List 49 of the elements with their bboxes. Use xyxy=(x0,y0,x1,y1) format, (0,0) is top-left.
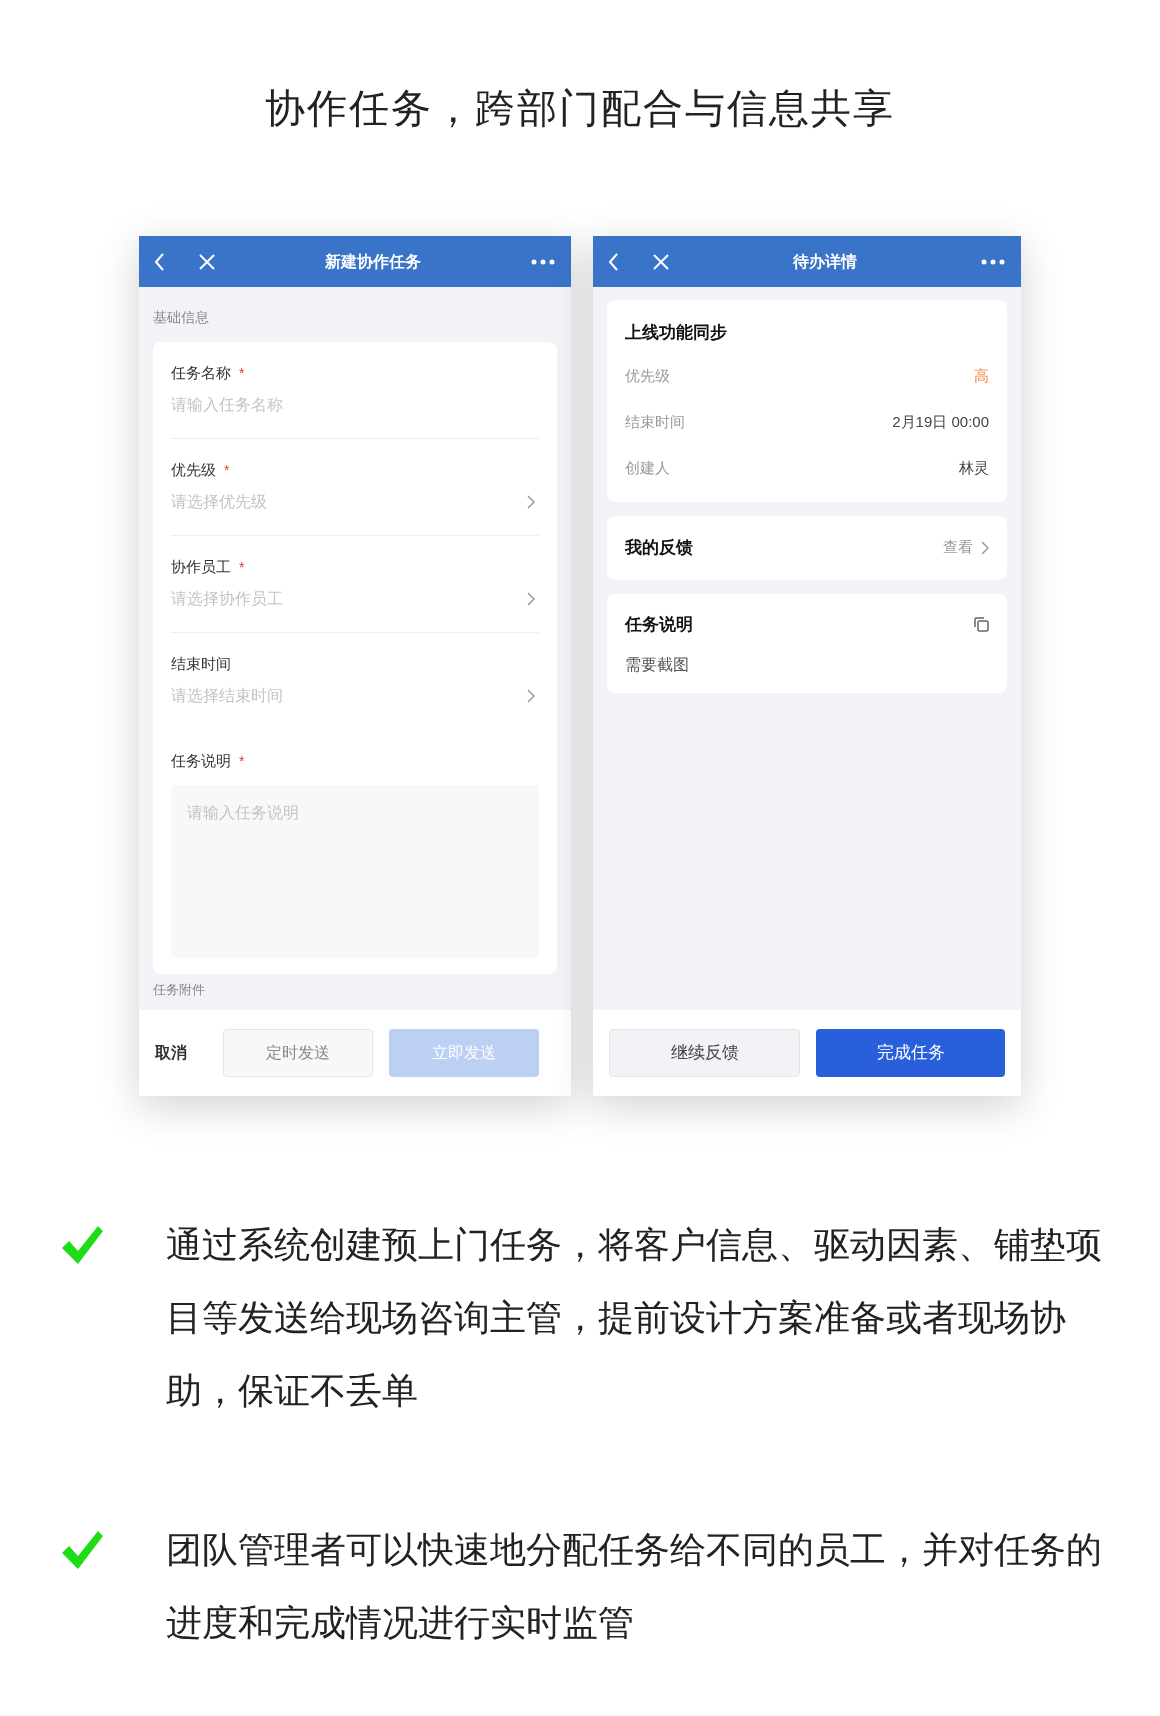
input-field[interactable]: 请输入任务名称 xyxy=(171,392,539,417)
select-field[interactable]: 请选择结束时间 xyxy=(171,683,539,708)
cancel-button[interactable]: 取消 xyxy=(155,1041,207,1065)
more-icon[interactable] xyxy=(981,258,1005,265)
view-link[interactable]: 查看 xyxy=(943,536,973,559)
task-title: 上线功能同步 xyxy=(625,322,728,344)
detail-label: 创建人 xyxy=(625,458,670,479)
required-mark: * xyxy=(239,557,245,577)
complete-task-button[interactable]: 完成任务 xyxy=(816,1029,1005,1077)
field-label: 协作员工 xyxy=(171,557,231,577)
continue-feedback-button[interactable]: 继续反馈 xyxy=(609,1029,800,1077)
detail-label: 优先级 xyxy=(625,366,670,387)
field-label: 任务名称 xyxy=(171,363,231,383)
chevron-right-icon xyxy=(527,591,535,606)
required-mark: * xyxy=(224,460,230,480)
screen-title: 待办详情 xyxy=(792,251,858,272)
close-icon[interactable] xyxy=(653,253,669,270)
section-label: 基础信息 xyxy=(153,308,209,327)
back-icon[interactable] xyxy=(155,252,165,271)
more-icon[interactable] xyxy=(531,258,555,265)
back-icon[interactable] xyxy=(609,252,619,271)
detail-value: 林灵 xyxy=(959,458,989,479)
chevron-right-icon xyxy=(981,540,989,555)
feedback-card[interactable]: 我的反馈 查看 xyxy=(607,515,1007,580)
headline: 协作任务，跨部门配合与信息共享 xyxy=(265,85,895,132)
field-label: 结束时间 xyxy=(171,654,231,674)
feature-text: 通过系统创建预上门任务，将客户信息、驱动因素、铺垫项目等发送给现场咨询主管，提前设计方案准备或者现场协助，保证不丢单 xyxy=(166,1223,1103,1413)
field-label: 任务说明 xyxy=(171,751,231,771)
chevron-right-icon xyxy=(527,494,535,509)
screen-title: 新建协作任务 xyxy=(324,251,422,272)
close-icon[interactable] xyxy=(199,253,215,270)
detail-label: 结束时间 xyxy=(625,412,685,433)
chevron-right-icon xyxy=(527,688,535,703)
required-mark: * xyxy=(239,363,245,383)
detail-value: 高 xyxy=(974,366,989,387)
section-label: 任务附件 xyxy=(153,980,205,999)
feature-text: 团队管理者可以快速地分配任务给不同的员工，并对任务的进度和完成情况进行实时监管 xyxy=(166,1528,1103,1645)
description-text: 需要截图 xyxy=(625,655,690,675)
card-title: 我的反馈 xyxy=(625,536,693,559)
required-mark: * xyxy=(239,751,245,771)
check-icon xyxy=(60,1224,104,1266)
select-field[interactable]: 请选择优先级 xyxy=(171,489,539,514)
select-field[interactable]: 请选择协作员工 xyxy=(171,586,539,611)
copy-icon[interactable] xyxy=(974,616,989,632)
detail-value: 2月19日 00:00 xyxy=(892,412,989,433)
check-icon xyxy=(60,1529,104,1571)
scheduled-send-button[interactable]: 定时发送 xyxy=(223,1029,373,1077)
field-label: 优先级 xyxy=(171,460,216,480)
card-title: 任务说明 xyxy=(625,613,693,636)
